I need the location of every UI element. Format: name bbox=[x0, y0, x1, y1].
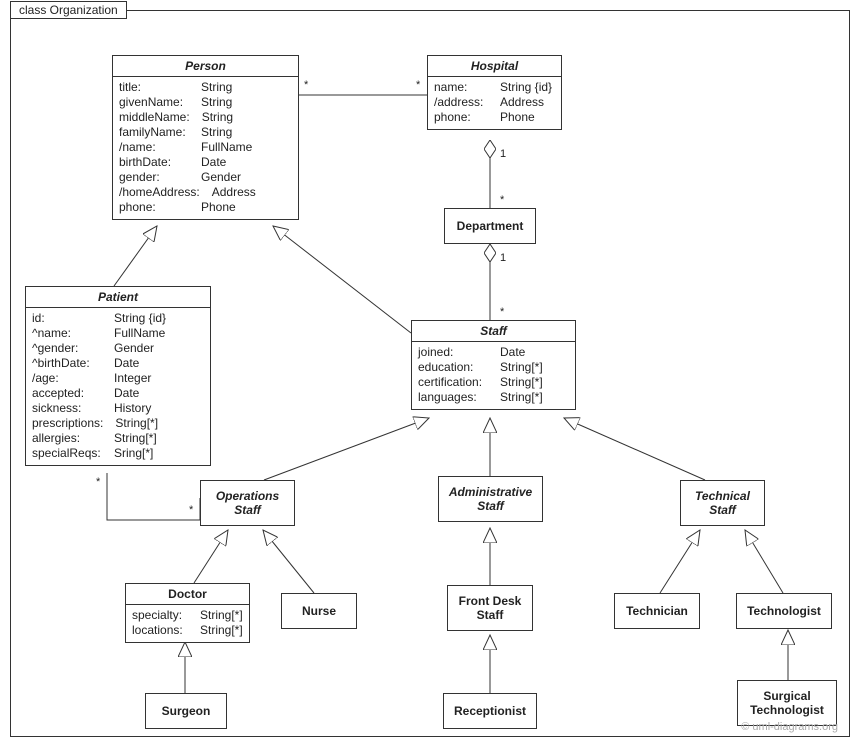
class-surgeon: Surgeon bbox=[145, 693, 227, 729]
watermark: © uml-diagrams.org bbox=[741, 721, 838, 733]
class-doctor: Doctor specialty:String[*] locations:Str… bbox=[125, 583, 250, 643]
class-technician: Technician bbox=[614, 593, 700, 629]
class-title: Hospital bbox=[428, 56, 561, 76]
multiplicity: * bbox=[96, 476, 100, 488]
multiplicity: * bbox=[500, 194, 504, 206]
class-hospital: Hospital name:String {id} /address:Addre… bbox=[427, 55, 562, 130]
multiplicity: * bbox=[189, 504, 193, 516]
class-receptionist: Receptionist bbox=[443, 693, 537, 729]
class-person: Person title:String givenName:String mid… bbox=[112, 55, 299, 220]
class-technologist: Technologist bbox=[736, 593, 832, 629]
class-attrs: title:String givenName:String middleName… bbox=[113, 77, 298, 219]
class-operations-staff: OperationsStaff bbox=[200, 480, 295, 526]
class-title: Patient bbox=[26, 287, 210, 307]
multiplicity: 1 bbox=[500, 148, 506, 160]
class-front-desk-staff: Front DeskStaff bbox=[447, 585, 533, 631]
multiplicity: * bbox=[500, 306, 504, 318]
multiplicity: * bbox=[304, 79, 308, 91]
class-department: Department bbox=[444, 208, 536, 244]
class-administrative-staff: AdministrativeStaff bbox=[438, 476, 543, 522]
class-nurse: Nurse bbox=[281, 593, 357, 629]
class-patient: Patient id:String {id} ^name:FullName ^g… bbox=[25, 286, 211, 466]
package-title: class Organization bbox=[10, 1, 127, 19]
multiplicity: * bbox=[416, 79, 420, 91]
class-surgical-technologist: SurgicalTechnologist bbox=[737, 680, 837, 726]
class-title: Person bbox=[113, 56, 298, 76]
class-technical-staff: TechnicalStaff bbox=[680, 480, 765, 526]
class-staff: Staff joined:Date education:String[*] ce… bbox=[411, 320, 576, 410]
multiplicity: 1 bbox=[500, 252, 506, 264]
